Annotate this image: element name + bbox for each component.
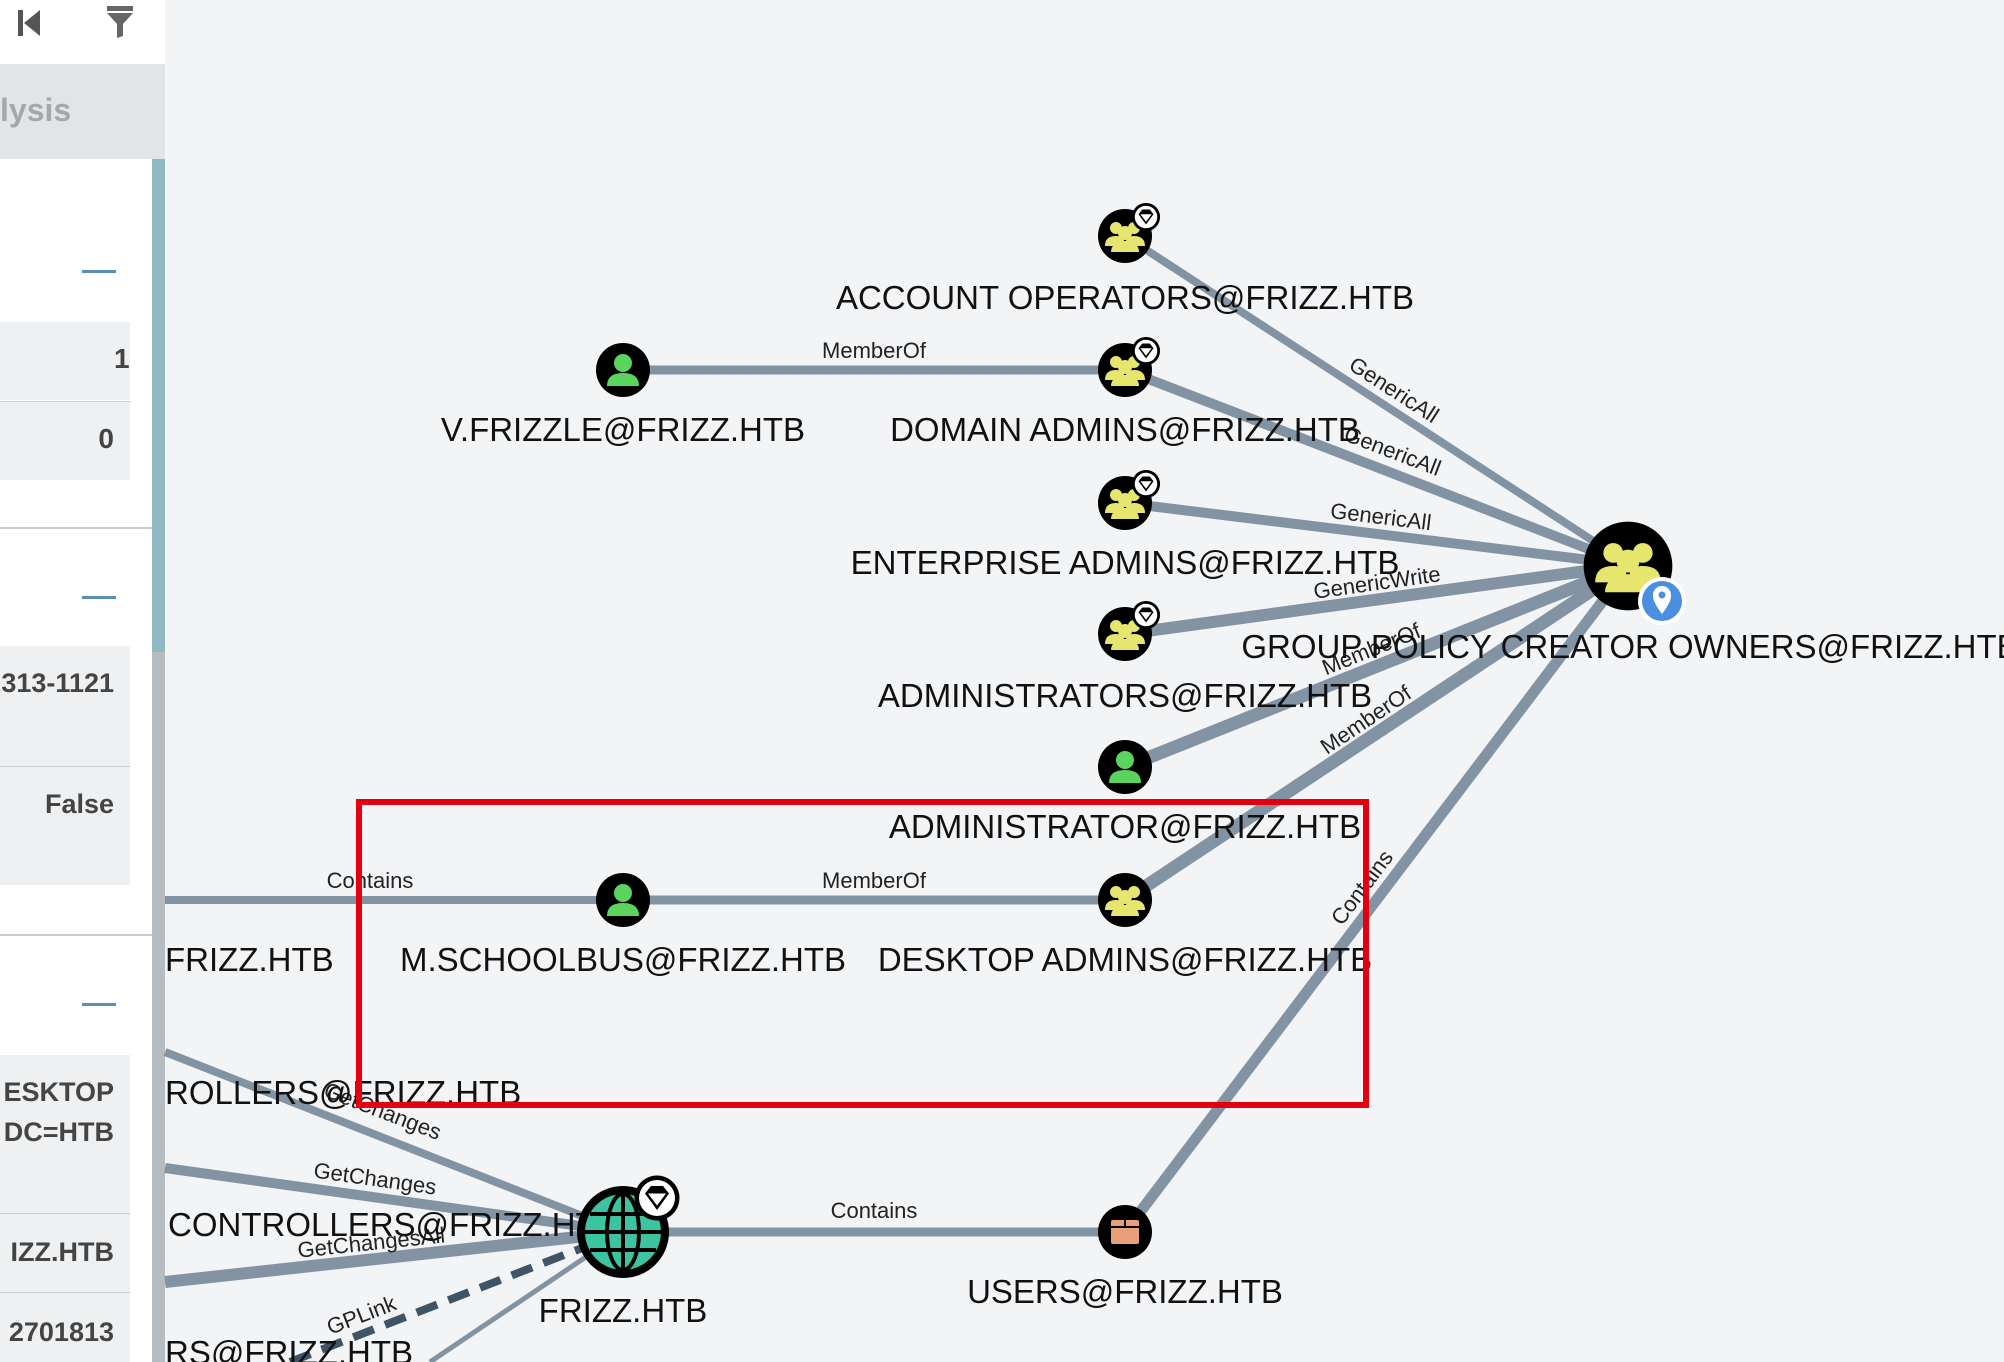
node-frizz-domain[interactable]: FRIZZ.HTB (539, 1175, 708, 1330)
node-label: V.FRIZZLE@FRIZZ.HTB (441, 411, 805, 448)
node-v-frizzle[interactable]: V.FRIZZLE@FRIZZ.HTB (441, 343, 805, 448)
node-frizz-ou-partial[interactable]: FRIZZ.HTB (165, 941, 334, 978)
node-label: DOMAIN ADMINS@FRIZZ.HTB (890, 411, 1360, 448)
target-pin-icon (1638, 577, 1686, 625)
node-label: ADMINISTRATORS@FRIZZ.HTB (878, 677, 1372, 714)
container-icon (1098, 1205, 1152, 1259)
node-label: ACCOUNT OPERATORS@FRIZZ.HTB (836, 279, 1414, 316)
edge-label: MemberOf (822, 338, 927, 363)
high-value-icon (1131, 336, 1161, 366)
node-desktop-admins[interactable]: DESKTOP ADMINS@FRIZZ.HTB (878, 873, 1372, 978)
high-value-icon (1131, 469, 1161, 499)
edge-label: Contains (831, 1198, 918, 1223)
node-label: ENTERPRISE ADMINS@FRIZZ.HTB (851, 544, 1400, 581)
graph-canvas[interactable]: MemberOf GenericAll GenericAll GenericAl… (0, 0, 2004, 1362)
high-value-icon (634, 1175, 680, 1221)
high-value-icon (1131, 600, 1161, 630)
node-label: CONTROLLERS@FRIZZ.HTB (168, 1206, 618, 1243)
node-label: ADMINISTRATOR@FRIZZ.HTB (889, 808, 1361, 845)
node-label: M.SCHOOLBUS@FRIZZ.HTB (400, 941, 846, 978)
node-domain-admins[interactable]: DOMAIN ADMINS@FRIZZ.HTB (890, 336, 1360, 448)
user-icon (1098, 740, 1152, 794)
node-label: USERS@FRIZZ.HTB (967, 1273, 1283, 1310)
user-icon (596, 873, 650, 927)
node-controllers-partial-2[interactable]: CONTROLLERS@FRIZZ.HTB (168, 1206, 618, 1243)
edge-label: MemberOf (822, 868, 927, 893)
node-label: FRIZZ.HTB (165, 941, 334, 978)
node-users[interactable]: USERS@FRIZZ.HTB (967, 1205, 1283, 1310)
user-icon (596, 343, 650, 397)
node-bottom-partial[interactable]: RS@FRIZZ.HTB (165, 1334, 413, 1362)
node-account-operators[interactable]: ACCOUNT OPERATORS@FRIZZ.HTB (836, 202, 1414, 316)
edge-label: Contains (327, 868, 414, 893)
node-label: GROUP POLICY CREATOR OWNERS@FRIZZ.HTB (1241, 628, 2004, 665)
high-value-icon (1131, 202, 1161, 232)
node-label: DESKTOP ADMINS@FRIZZ.HTB (878, 941, 1372, 978)
node-label: FRIZZ.HTB (539, 1292, 708, 1329)
node-m-schoolbus[interactable]: M.SCHOOLBUS@FRIZZ.HTB (400, 873, 846, 978)
node-label: RS@FRIZZ.HTB (165, 1334, 413, 1362)
group-icon (1098, 873, 1152, 927)
